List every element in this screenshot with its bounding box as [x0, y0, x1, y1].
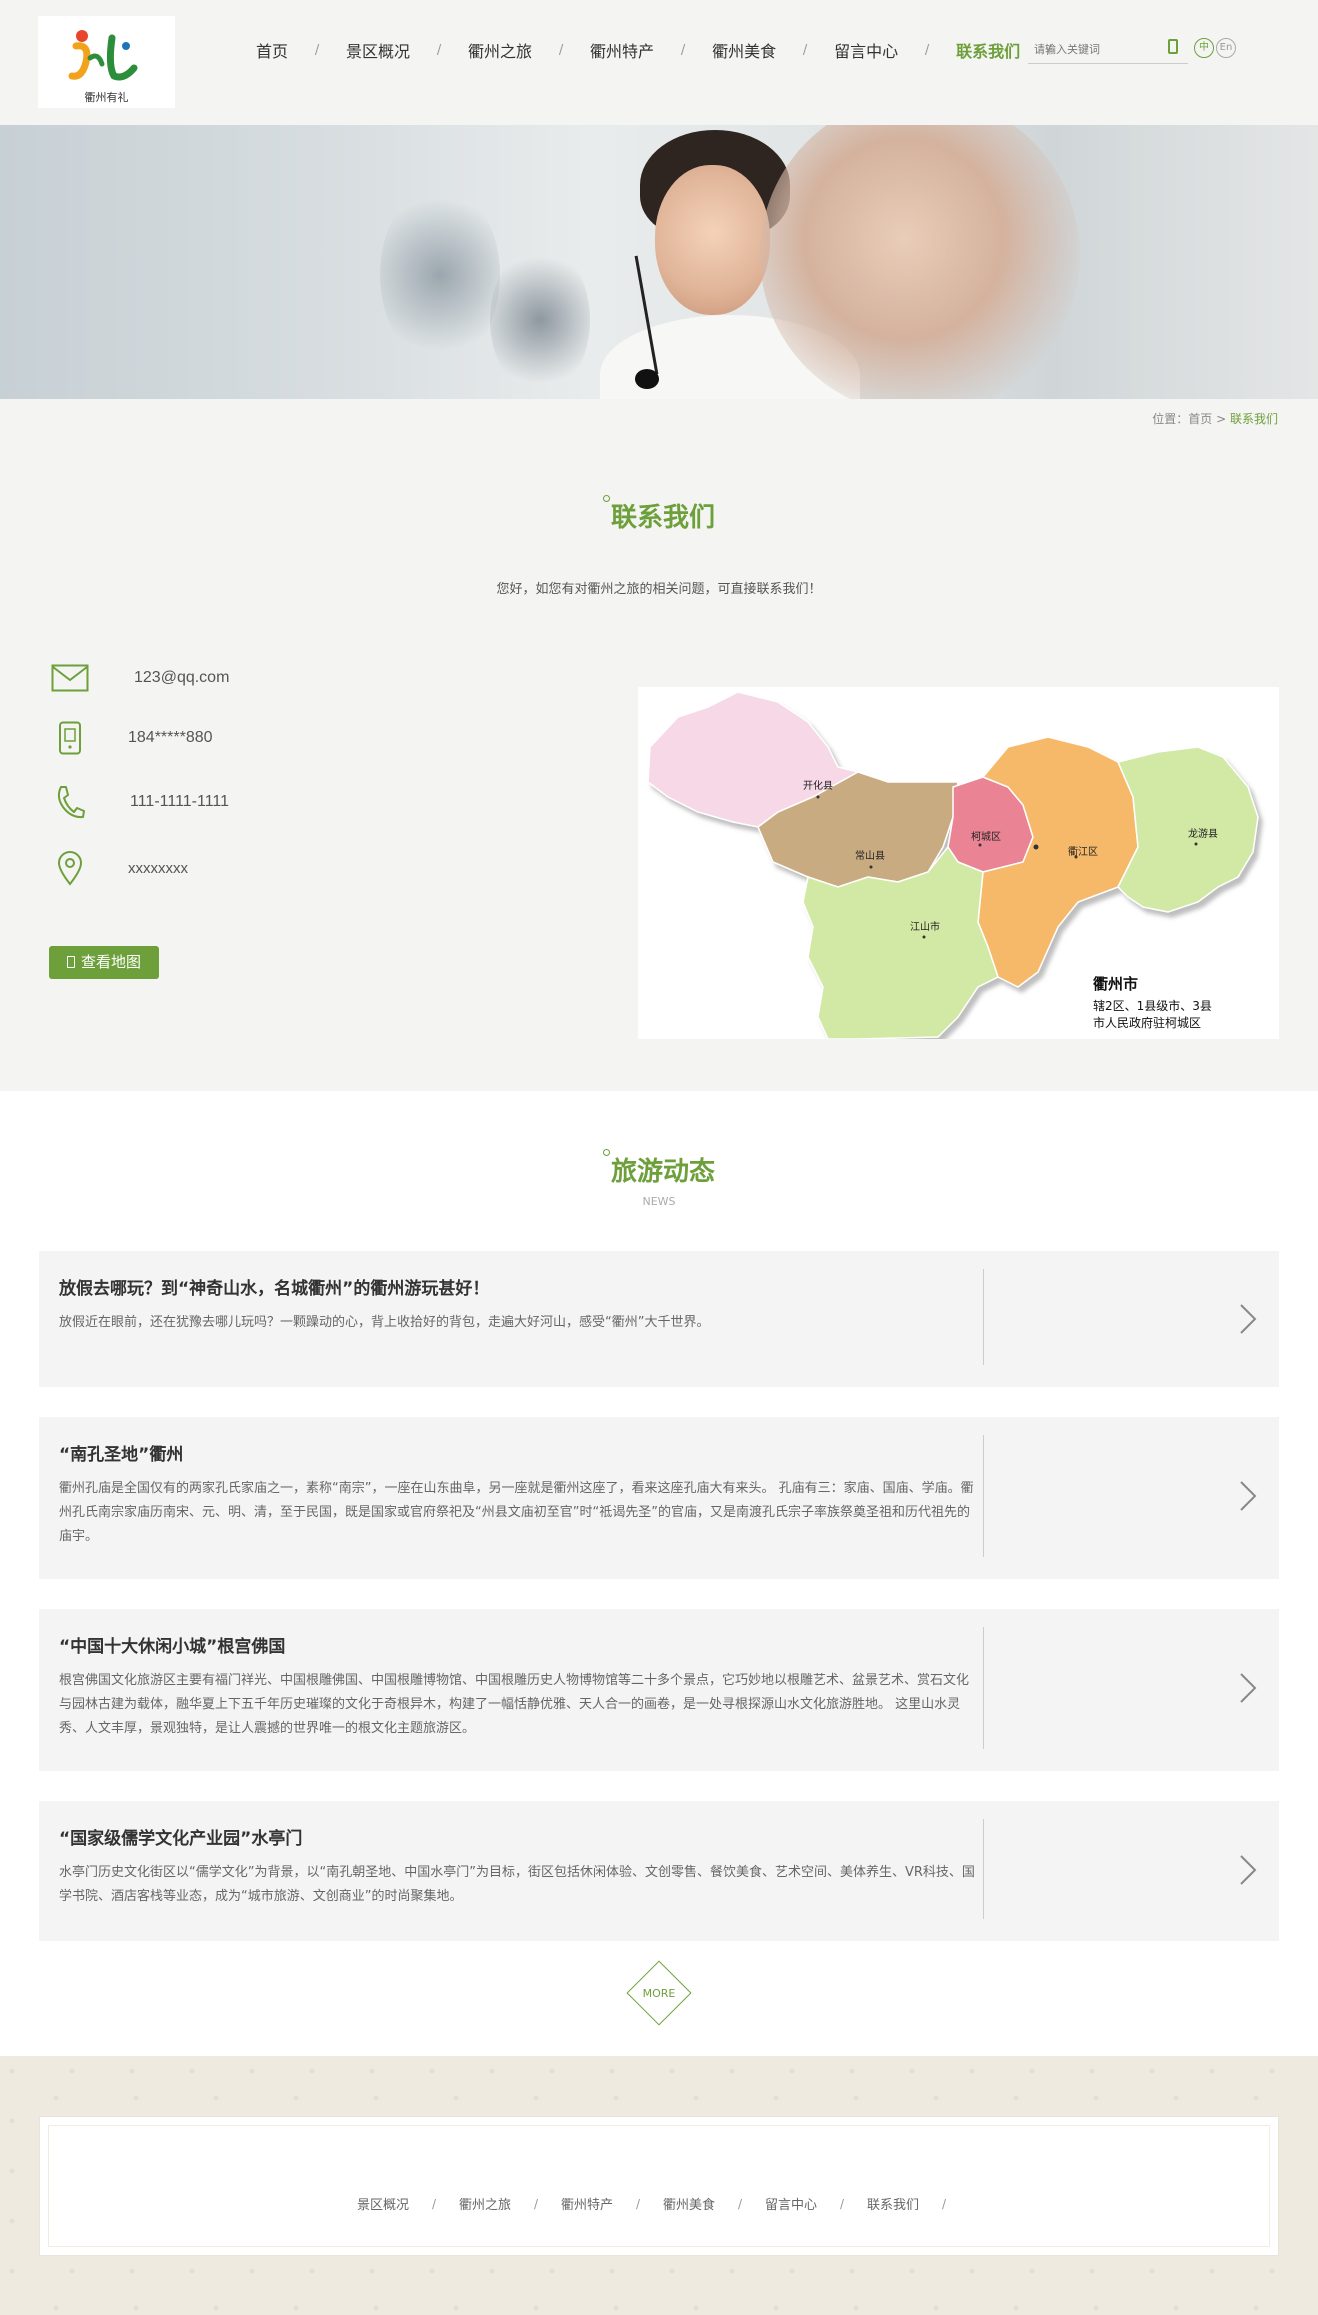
- news-item[interactable]: “南孔圣地”衢州 衢州孔庙是全国仅有的两家孔氏家庙之一，素称“南宗”，一座在山东…: [39, 1417, 1279, 1579]
- breadcrumb-sep: >: [1216, 412, 1227, 426]
- location-pin-icon: [50, 848, 90, 888]
- news-item[interactable]: 放假去哪玩？到“神奇山水，名城衢州”的衢州游玩甚好！ 放假近在眼前，还在犹豫去哪…: [39, 1251, 1279, 1387]
- main-nav: 首页 / 景区概况 / 衢州之旅 / 衢州特产 / 衢州美食 / 留言中心 / …: [230, 38, 1072, 62]
- footer-nav: 景区概况 / 衢州之旅 / 衢州特产 / 衢州美食 / 留言中心 / 联系我们 …: [0, 2194, 1318, 2214]
- nav-separator: /: [680, 42, 686, 58]
- logo-mark-icon: [68, 30, 138, 81]
- news-item-desc: 根宫佛国文化旅游区主要有福门祥光、中国根雕佛国、中国根雕博物馆、中国根雕历史人物…: [59, 1673, 970, 1736]
- breadcrumb-prefix[interactable]: 位置：首页: [1152, 412, 1212, 426]
- contact-address: xxxxxxxx: [128, 859, 188, 877]
- map-label-kecheng: 柯城区: [971, 830, 1001, 843]
- site-logo[interactable]: 衢州有礼: [38, 16, 175, 108]
- map-label-qujiang: 衢江区: [1068, 846, 1098, 858]
- footer-separator: /: [431, 2196, 436, 2211]
- breadcrumb: 位置：首页 > 联系我们: [1152, 410, 1278, 427]
- map-label-jiangshan: 江山市: [910, 920, 940, 933]
- header: 衢州有礼 首页 / 景区概况 / 衢州之旅 / 衢州特产 / 衢州美食 / 留言…: [0, 0, 1318, 125]
- contact-address-row: xxxxxxxx: [50, 848, 188, 888]
- chevron-right-icon[interactable]: [1235, 1303, 1259, 1335]
- breadcrumb-current: 联系我们: [1229, 412, 1278, 426]
- news-item-desc: 衢州孔庙是全国仅有的两家孔氏家庙之一，素称“南宗”，一座在山东曲阜，另一座就是衢…: [59, 1481, 974, 1544]
- contact-phone-row: 111-1111-1111: [50, 782, 229, 822]
- view-map-button[interactable]: 查看地图: [49, 946, 159, 979]
- logo-text: 衢州有礼: [84, 91, 129, 104]
- phone-icon: [50, 782, 90, 822]
- news-subtitle: NEWS: [642, 1195, 676, 1208]
- news-item-title[interactable]: “中国十大休闲小城”根宫佛国: [59, 1632, 285, 1657]
- region-map[interactable]: 开化县 常山县 柯城区 衢江区 龙游县 江山市 衢州市 辖2区、1县级市、3县 …: [638, 687, 1279, 1039]
- chevron-right-icon[interactable]: [1235, 1854, 1259, 1886]
- nav-message-center[interactable]: 留言中心: [828, 38, 904, 62]
- search-box: [1028, 36, 1188, 64]
- nav-specialties[interactable]: 衢州特产: [584, 38, 660, 62]
- more-button-label[interactable]: MORE: [630, 1987, 688, 2000]
- chevron-right-icon[interactable]: [1235, 1480, 1259, 1512]
- footer-separator: /: [942, 2196, 947, 2211]
- banner-image: [0, 125, 1318, 399]
- contact-email-row: 123@qq.com: [50, 658, 229, 698]
- contact-email[interactable]: 123@qq.com: [134, 669, 229, 687]
- contact-phone: 111-1111-1111: [130, 793, 230, 810]
- news-item[interactable]: “中国十大休闲小城”根宫佛国 根宫佛国文化旅游区主要有福门祥光、中国根雕佛国、中…: [39, 1609, 1279, 1771]
- nav-home[interactable]: 首页: [250, 38, 294, 62]
- mobile-phone-icon: [50, 718, 90, 758]
- map-caption-line2: 市人民政府驻柯城区: [1093, 1015, 1201, 1030]
- news-item-desc: 放假近在眼前，还在犹豫去哪儿玩吗？一颗躁动的心，背上收拾好的背包，走遍大好河山，…: [59, 1315, 710, 1330]
- search-button-icon[interactable]: [1168, 39, 1178, 54]
- news-title: 旅游动态: [0, 1149, 1318, 1188]
- footer-link-scenic-overview[interactable]: 景区概况: [353, 2194, 413, 2213]
- nav-separator: /: [314, 42, 320, 58]
- footer-link-specialties[interactable]: 衢州特产: [557, 2194, 617, 2213]
- map-label-longyou: 龙游县: [1188, 827, 1218, 840]
- mail-icon: [50, 658, 90, 698]
- nav-contact-us[interactable]: 联系我们: [950, 38, 1026, 62]
- nav-separator: /: [558, 42, 564, 58]
- nav-separator: /: [436, 42, 442, 58]
- footer-link-contact-us[interactable]: 联系我们: [863, 2194, 923, 2213]
- contact-title: 联系我们: [0, 495, 1318, 534]
- footer-separator: /: [840, 2196, 845, 2211]
- map-label-kaihua: 开化县: [803, 779, 833, 792]
- news-item-title[interactable]: “国家级儒学文化产业园”水亭门: [59, 1824, 302, 1849]
- footer-link-food[interactable]: 衢州美食: [659, 2194, 719, 2213]
- map-caption-line1: 辖2区、1县级市、3县: [1093, 998, 1212, 1013]
- map-caption-title: 衢州市: [1093, 975, 1138, 993]
- news-item-desc: 水亭门历史文化街区以“儒学文化”为背景，以“南孔朝圣地、中国水亭门”为目标，街区…: [59, 1865, 975, 1904]
- search-input[interactable]: [1028, 36, 1153, 62]
- footer-separator: /: [635, 2196, 641, 2211]
- footer-separator: /: [737, 2196, 743, 2211]
- nav-food[interactable]: 衢州美食: [706, 38, 782, 62]
- news-item-title[interactable]: 放假去哪玩？到“神奇山水，名城衢州”的衢州游玩甚好！: [59, 1274, 489, 1299]
- nav-separator: /: [924, 42, 930, 58]
- lang-en-button[interactable]: En: [1216, 38, 1236, 58]
- nav-scenic-overview[interactable]: 景区概况: [340, 38, 416, 62]
- contact-mobile: 184*****880: [128, 729, 213, 746]
- footer-separator: /: [533, 2196, 538, 2211]
- map-label-changshan: 常山县: [855, 849, 885, 862]
- news-item-title[interactable]: “南孔圣地”衢州: [59, 1440, 183, 1465]
- contact-subtitle: 您好，如您有对衢州之旅的相关问题，可直接联系我们！: [496, 582, 822, 597]
- footer-links-box: [39, 2116, 1279, 2256]
- lang-zh-button[interactable]: 中: [1194, 38, 1214, 58]
- nav-quzhou-travel[interactable]: 衢州之旅: [462, 38, 538, 62]
- footer-link-quzhou-travel[interactable]: 衢州之旅: [455, 2194, 515, 2213]
- nav-separator: /: [802, 42, 808, 58]
- contact-mobile-row: 184*****880: [50, 718, 213, 758]
- map-button-icon: [66, 956, 75, 968]
- footer-link-message-center[interactable]: 留言中心: [761, 2194, 821, 2213]
- chevron-right-icon[interactable]: [1235, 1672, 1259, 1704]
- news-item[interactable]: “国家级儒学文化产业园”水亭门 水亭门历史文化街区以“儒学文化”为背景，以“南孔…: [39, 1801, 1279, 1941]
